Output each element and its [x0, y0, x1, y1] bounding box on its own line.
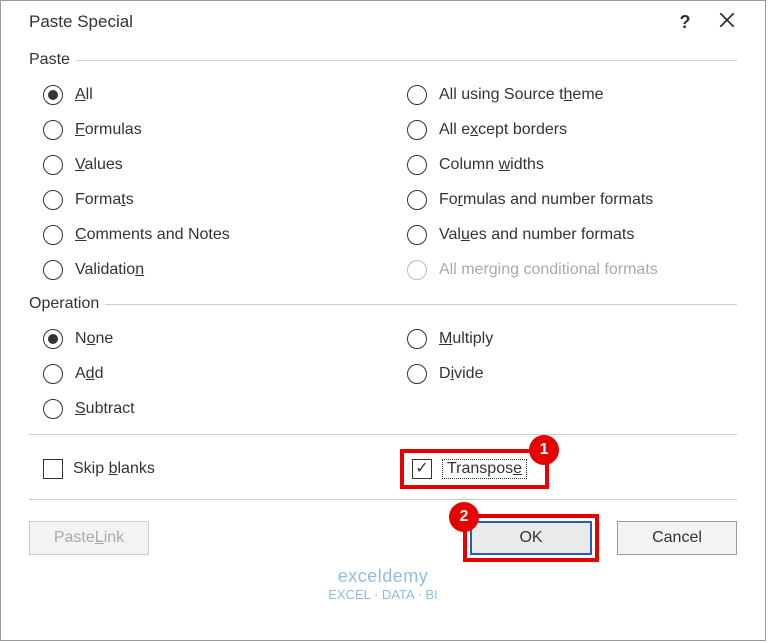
radio-formulas[interactable]: Formulas	[29, 112, 373, 147]
radio-label: Subtract	[75, 400, 135, 418]
radio-formats[interactable]: Formats	[29, 182, 373, 217]
radio-add[interactable]: Add	[29, 356, 373, 391]
titlebar: Paste Special ?	[1, 1, 765, 39]
radio-icon	[407, 225, 427, 245]
radio-label: Divide	[439, 365, 483, 383]
operation-legend: Operation	[29, 295, 105, 313]
radio-label: Formulas	[75, 121, 142, 139]
radio-icon	[43, 155, 63, 175]
close-button[interactable]	[705, 11, 749, 33]
radio-icon	[407, 190, 427, 210]
radio-label: Values	[75, 156, 123, 174]
checkbox-transpose[interactable]	[412, 459, 432, 479]
skip-blanks-label: Skip blanks	[73, 460, 155, 478]
callout-badge-2: 2	[449, 502, 479, 532]
radio-icon	[43, 329, 63, 349]
close-icon	[718, 11, 736, 29]
radio-label: All merging conditional formats	[439, 261, 658, 279]
radio-none[interactable]: None	[29, 321, 373, 356]
radio-validation[interactable]: Validation	[29, 252, 373, 287]
radio-formulas-numfmt[interactable]: Formulas and number formats	[393, 182, 737, 217]
callout-badge-1: 1	[529, 435, 559, 465]
radio-icon	[407, 120, 427, 140]
radio-icon	[43, 364, 63, 384]
radio-label: Values and number formats	[439, 226, 634, 244]
radio-comments[interactable]: Comments and Notes	[29, 217, 373, 252]
radio-icon	[43, 190, 63, 210]
transpose-label: Transpose	[442, 459, 527, 479]
transpose-highlight: Transpose 1	[400, 449, 549, 489]
radio-icon	[43, 225, 63, 245]
radio-icon	[407, 329, 427, 349]
radio-icon	[43, 260, 63, 280]
radio-label: All except borders	[439, 121, 567, 139]
radio-except-borders[interactable]: All except borders	[393, 112, 737, 147]
radio-label: All	[75, 86, 93, 104]
radio-values-numfmt[interactable]: Values and number formats	[393, 217, 737, 252]
radio-icon	[43, 85, 63, 105]
radio-label: Multiply	[439, 330, 493, 348]
ok-highlight: 2 OK	[463, 514, 599, 562]
radio-label: Formats	[75, 191, 134, 209]
radio-label: All using Source theme	[439, 86, 604, 104]
radio-label: Column widths	[439, 156, 544, 174]
dialog-title: Paste Special	[29, 12, 665, 32]
radio-all[interactable]: All	[29, 77, 373, 112]
ok-button[interactable]: OK	[470, 521, 592, 555]
radio-label: Add	[75, 365, 103, 383]
radio-icon	[407, 85, 427, 105]
paste-link-button: Paste Link	[29, 521, 149, 555]
radio-label: Comments and Notes	[75, 226, 230, 244]
radio-subtract[interactable]: Subtract	[29, 391, 373, 426]
radio-icon	[407, 364, 427, 384]
radio-column-widths[interactable]: Column widths	[393, 147, 737, 182]
paste-special-dialog: Paste Special ? Paste All Formulas	[0, 0, 766, 641]
radio-label: None	[75, 330, 113, 348]
radio-icon	[407, 260, 427, 280]
paste-group: Paste All Formulas Values	[29, 51, 737, 289]
radio-source-theme[interactable]: All using Source theme	[393, 77, 737, 112]
radio-multiply[interactable]: Multiply	[393, 321, 737, 356]
radio-icon	[407, 155, 427, 175]
radio-values[interactable]: Values	[29, 147, 373, 182]
cancel-button[interactable]: Cancel	[617, 521, 737, 555]
radio-divide[interactable]: Divide	[393, 356, 737, 391]
help-button[interactable]: ?	[665, 12, 705, 33]
radio-merging-conditional: All merging conditional formats	[393, 252, 737, 287]
radio-icon	[43, 399, 63, 419]
radio-label: Validation	[75, 261, 144, 279]
radio-label: Formulas and number formats	[439, 191, 653, 209]
operation-group: Operation None Add Subtract	[29, 295, 737, 428]
watermark-tagline: EXCEL · DATA · BI	[328, 587, 438, 602]
radio-icon	[43, 120, 63, 140]
paste-legend: Paste	[29, 51, 76, 69]
checkbox-skip-blanks[interactable]	[43, 459, 63, 479]
